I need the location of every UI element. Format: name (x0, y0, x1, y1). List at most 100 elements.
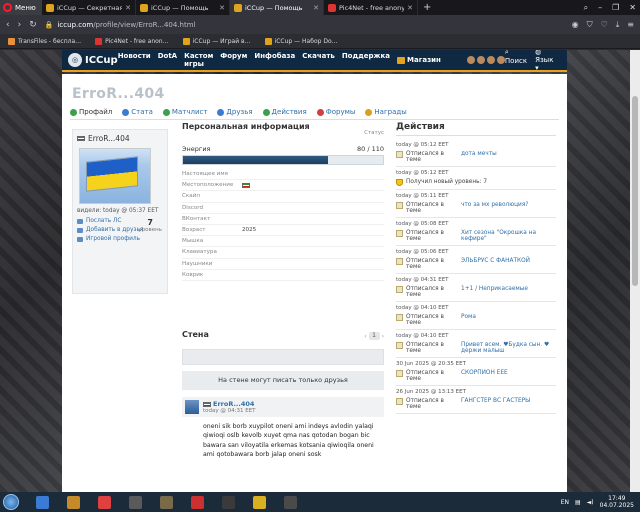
maximize-icon[interactable]: ❐ (612, 3, 619, 12)
network-icon[interactable]: ▤ (575, 499, 581, 506)
search-tabs-icon[interactable]: ⌕ (584, 3, 588, 13)
topic-link[interactable]: дота мечты (461, 151, 497, 157)
taskbar-app-button[interactable] (246, 493, 272, 511)
minimize-icon[interactable]: – (598, 3, 602, 12)
topic-link[interactable]: ГАНГСТЕР ВС ГАСТЕРЫ (461, 398, 530, 404)
send-pm-link[interactable]: Послать ЛС (77, 218, 143, 224)
app-icon (159, 495, 173, 509)
bookmark-item[interactable]: iCCup — Набор Do… (264, 37, 338, 45)
search-button[interactable]: ⌕ Поиск (505, 50, 527, 72)
browser-tab[interactable]: iCCup — Помощь ✕ (136, 0, 230, 15)
tab-matchlist[interactable]: Матчлист (162, 108, 207, 116)
topic-icon (396, 230, 403, 237)
new-tab-button[interactable]: + (418, 2, 431, 13)
close-tab-icon[interactable]: ✕ (219, 4, 225, 12)
language-button[interactable]: ◍ Язык ▾ (535, 50, 559, 72)
prev-page-icon[interactable]: ‹ (364, 333, 366, 340)
clock[interactable]: 17:49 04.07.2025 (600, 495, 634, 509)
taskbar-app-button[interactable] (60, 493, 86, 511)
tab-stats[interactable]: Стата (122, 108, 153, 116)
game-profile-link[interactable]: Игровой профиль (77, 236, 143, 242)
taskbar-app-button[interactable] (91, 493, 117, 511)
post-author[interactable]: ErroR...404 (203, 400, 256, 408)
avatar[interactable] (476, 56, 485, 64)
action-item: today @ 04:31 EET Отписался в теме 1+1 / … (396, 274, 556, 302)
shield-icon[interactable]: ⛉ (587, 20, 593, 30)
download-icon[interactable]: ⤓ (616, 20, 620, 30)
taskbar-app-button[interactable] (184, 493, 210, 511)
taskbar-app-button[interactable] (122, 493, 148, 511)
close-tab-icon[interactable]: ✕ (313, 4, 319, 12)
next-page-icon[interactable]: › (382, 333, 384, 340)
volume-icon[interactable]: ◄) (587, 499, 594, 506)
nav-forum[interactable]: Форум (220, 52, 247, 68)
avatar[interactable] (466, 56, 475, 64)
add-friend-link[interactable]: Добавить в друзья (77, 227, 143, 233)
topic-link[interactable]: ЭЛЬБРУС С ФАНАТКОЙ (461, 258, 530, 264)
scrollbar-thumb[interactable] (632, 96, 638, 286)
opera-menu-button[interactable]: Меню (0, 0, 42, 15)
close-window-icon[interactable]: ✕ (629, 3, 636, 12)
taskbar-app-button[interactable] (29, 493, 55, 511)
tab-forums[interactable]: Форумы (316, 108, 355, 116)
tab-awards[interactable]: Награды (365, 108, 407, 116)
bookmark-item[interactable]: TransFiles - беспла… (8, 37, 81, 45)
nav-shop[interactable]: Магазин (397, 52, 441, 68)
action-item: today @ 04:10 EET Отписался в теме Рома (396, 302, 556, 330)
nav-dota[interactable]: DotA (158, 52, 177, 68)
url-field[interactable]: 🔒 iccup.com/profile/view/ErroR...404.htm… (45, 21, 564, 29)
action-item: 26 Jun 2025 @ 13:13 EET Отписался в теме… (396, 386, 556, 414)
browser-tab-bar: Меню iCCup — Секретная инфо… ✕ iCCup — П… (0, 0, 640, 15)
page-scrollbar[interactable] (630, 50, 640, 492)
close-tab-icon[interactable]: ✕ (407, 4, 413, 12)
back-icon[interactable]: ‹ (6, 20, 10, 30)
bookmark-item[interactable]: iCCup — Играй в… (182, 37, 251, 45)
nav-download[interactable]: Скачать (302, 52, 335, 68)
tab-actions[interactable]: Действия (262, 108, 307, 116)
browser-tab[interactable]: iCCup — Секретная инфо… ✕ (42, 0, 136, 15)
taskbar-app-button[interactable] (277, 493, 303, 511)
heart-icon[interactable]: ♡ (601, 20, 608, 30)
browser-tab-active[interactable]: iCCup — Помощь ✕ (230, 0, 324, 15)
keyboard-language[interactable]: EN (561, 499, 569, 506)
chevron-down-icon: ▾ (535, 64, 539, 72)
bookmark-item[interactable]: Pic4Net - free anon… (95, 37, 169, 45)
profile-tabs: Профайл Стата Матчлист Друзья Действия Ф… (70, 108, 407, 116)
action-item: today @ 05:12 EET Получил новый уровень:… (396, 167, 556, 190)
page-number[interactable]: 1 (368, 332, 380, 340)
topic-link[interactable]: 1+1 / Неприкасаемые (461, 286, 528, 292)
actions-list: today @ 05:12 EET Отписался в теме дота м… (396, 139, 556, 414)
taskbar-app-button[interactable] (153, 493, 179, 511)
nav-news[interactable]: Новости (118, 52, 151, 68)
nav-custom-games[interactable]: Кастом игры (184, 52, 213, 68)
camera-icon[interactable]: ◉ (572, 20, 579, 30)
settings-icon[interactable]: ≡ (627, 20, 634, 30)
avatar[interactable] (496, 56, 505, 64)
topic-icon (396, 342, 403, 349)
tab-friends[interactable]: Друзья (217, 108, 253, 116)
browser-tab[interactable]: Pic4Net - free anonymou… ✕ (324, 0, 418, 15)
start-button[interactable] (3, 494, 19, 510)
iccup-favicon-icon (46, 3, 54, 12)
taskbar-app-button[interactable] (215, 493, 241, 511)
bookmarks-bar: TransFiles - беспла… Pic4Net - free anon… (0, 34, 640, 49)
topic-link[interactable]: СКОРПИОН EEE (461, 370, 508, 376)
topic-link[interactable]: Хит сезона "Окрошка на кефире" (461, 230, 556, 242)
forward-icon[interactable]: › (18, 20, 22, 30)
iccup-logo[interactable]: ◎ ICCup (68, 53, 118, 67)
topic-link[interactable]: что за мх революция? (461, 202, 528, 208)
energy-bar-fill (183, 156, 329, 164)
nav-infobase[interactable]: Инфобаза (254, 52, 295, 68)
windows-taskbar: EN ▤ ◄) 17:49 04.07.2025 (0, 492, 640, 512)
topic-link[interactable]: Привет всем. ♥Будка сын. ♥ держи малыш (461, 342, 556, 354)
post-avatar[interactable] (185, 400, 199, 414)
topic-link[interactable]: Рома (461, 314, 476, 320)
tab-profile[interactable]: Профайл (70, 108, 112, 116)
avatar[interactable] (486, 56, 495, 64)
add-friend-icon (77, 227, 83, 233)
nav-support[interactable]: Поддержка (342, 52, 390, 68)
close-tab-icon[interactable]: ✕ (125, 4, 131, 12)
reload-icon[interactable]: ↻ (29, 20, 37, 30)
app-icon (190, 495, 204, 509)
ukraine-flag-image (86, 156, 138, 192)
